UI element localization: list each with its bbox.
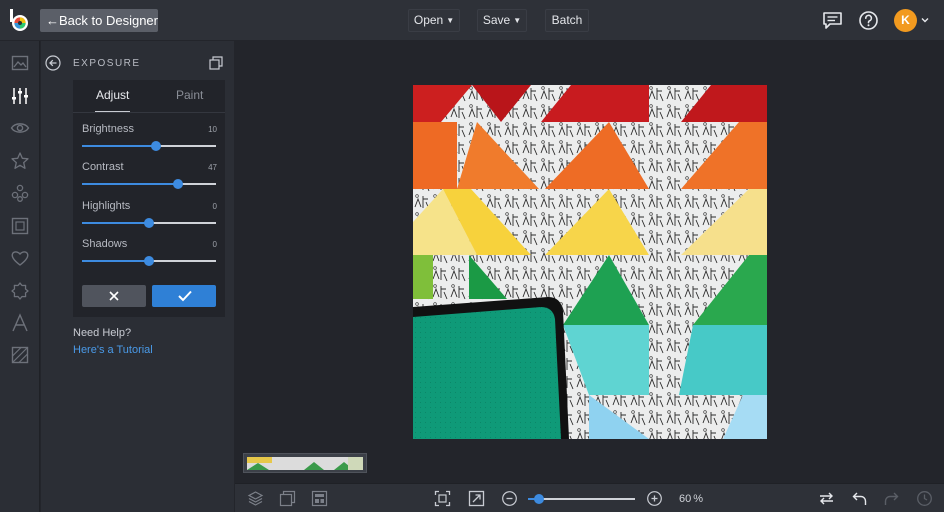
bottom-toolbar: 60% <box>235 483 944 512</box>
shadows-slider-thumb[interactable] <box>144 256 154 266</box>
zoom-slider[interactable] <box>528 494 635 504</box>
batch-label: Batch <box>551 13 583 27</box>
transform-icon[interactable] <box>279 490 296 507</box>
highlights-value: 0 <box>212 202 217 211</box>
tabs-divider <box>73 112 225 113</box>
graphics-icon[interactable] <box>10 345 30 365</box>
contrast-value: 47 <box>208 163 217 172</box>
editor-canvas <box>235 41 944 482</box>
texture-icon[interactable] <box>10 281 30 301</box>
zoom-unit: % <box>693 493 704 505</box>
chevron-down-icon: ▼ <box>446 16 455 25</box>
brightness-label: Brightness <box>82 123 134 135</box>
eye-icon[interactable] <box>10 118 30 138</box>
save-menu-button[interactable]: Save ▼ <box>477 9 527 32</box>
zoom-slider-thumb[interactable] <box>533 494 544 504</box>
image-icon[interactable] <box>10 53 30 73</box>
chevron-down-icon[interactable] <box>920 15 930 25</box>
top-bar: ←Back to Designer Open ▼ Save ▼ Batch K <box>0 0 944 41</box>
open-menu-label: Open <box>413 13 444 27</box>
sliders-icon[interactable] <box>10 86 30 106</box>
contrast-label: Contrast <box>82 161 124 173</box>
shadows-value: 0 <box>212 240 217 249</box>
panel-title: EXPOSURE <box>73 58 141 69</box>
back-arrow-icon[interactable] <box>45 55 61 71</box>
apply-button[interactable] <box>152 285 216 307</box>
comment-icon[interactable] <box>822 10 843 31</box>
help-title: Need Help? <box>73 327 132 339</box>
duplicate-icon[interactable] <box>209 56 223 70</box>
brightness-value: 10 <box>208 125 217 134</box>
close-icon <box>109 291 119 301</box>
photo-editor: ←Back to Designer Open▼ Save▼ Batch K <box>0 0 944 512</box>
tab-adjust[interactable]: Adjust <box>96 88 129 102</box>
zoom-in-icon[interactable] <box>646 490 663 507</box>
fit-to-screen-icon[interactable] <box>434 490 451 507</box>
compare-icon[interactable] <box>818 490 835 507</box>
cancel-button[interactable] <box>82 285 146 307</box>
highlights-slider-fill <box>82 222 149 224</box>
redo-icon[interactable] <box>883 490 900 507</box>
contrast-slider[interactable] <box>82 179 216 189</box>
image-thumbnail[interactable] <box>243 453 367 473</box>
adjust-card: Adjust Paint Brightness 10 Contrast 47 H… <box>73 80 225 317</box>
zoom-out-icon[interactable] <box>501 490 518 507</box>
star-icon[interactable] <box>10 151 30 171</box>
contrast-slider-fill <box>82 183 179 185</box>
chevron-down-icon: ▼ <box>513 16 522 25</box>
app-logo-icon[interactable] <box>8 8 32 32</box>
brightness-slider[interactable] <box>82 141 216 151</box>
frame-icon[interactable] <box>10 216 30 236</box>
shadows-slider-fill <box>82 260 149 262</box>
thumbnail-preview <box>247 457 363 470</box>
layout-icon[interactable] <box>311 490 328 507</box>
checkmark-icon <box>178 290 192 302</box>
shadows-slider[interactable] <box>82 256 216 266</box>
layers-icon[interactable] <box>247 490 264 507</box>
back-to-designer-button[interactable]: ←Back to Designer <box>40 9 158 32</box>
help-icon[interactable] <box>858 10 879 31</box>
heart-icon[interactable] <box>10 248 30 268</box>
shadows-label: Shadows <box>82 238 128 250</box>
user-avatar[interactable]: K <box>894 9 917 32</box>
text-icon[interactable] <box>10 313 30 333</box>
tab-paint[interactable]: Paint <box>176 88 203 102</box>
exposure-panel: EXPOSURE Adjust Paint Brightness 10 Cont… <box>41 41 234 512</box>
zoom-level: 60% <box>679 493 703 505</box>
batch-button[interactable]: Batch <box>545 9 589 32</box>
highlights-slider-thumb[interactable] <box>144 218 154 228</box>
brightness-slider-fill <box>82 145 156 147</box>
highlights-label: Highlights <box>82 200 131 212</box>
contrast-slider-thumb[interactable] <box>173 179 184 189</box>
tutorial-link[interactable]: Here's a Tutorial <box>73 344 153 356</box>
highlights-slider[interactable] <box>82 218 216 228</box>
open-menu-button[interactable]: Open ▼ <box>408 9 460 32</box>
brightness-slider-thumb[interactable] <box>150 141 161 151</box>
tool-rail <box>0 41 40 512</box>
history-icon[interactable] <box>916 490 933 507</box>
actual-size-icon[interactable] <box>468 490 485 507</box>
undo-icon[interactable] <box>851 490 868 507</box>
save-menu-label: Save <box>482 13 511 27</box>
zoom-value: 60 <box>679 493 692 505</box>
shapes-icon[interactable] <box>10 183 30 203</box>
quilt-photo[interactable] <box>413 85 767 439</box>
